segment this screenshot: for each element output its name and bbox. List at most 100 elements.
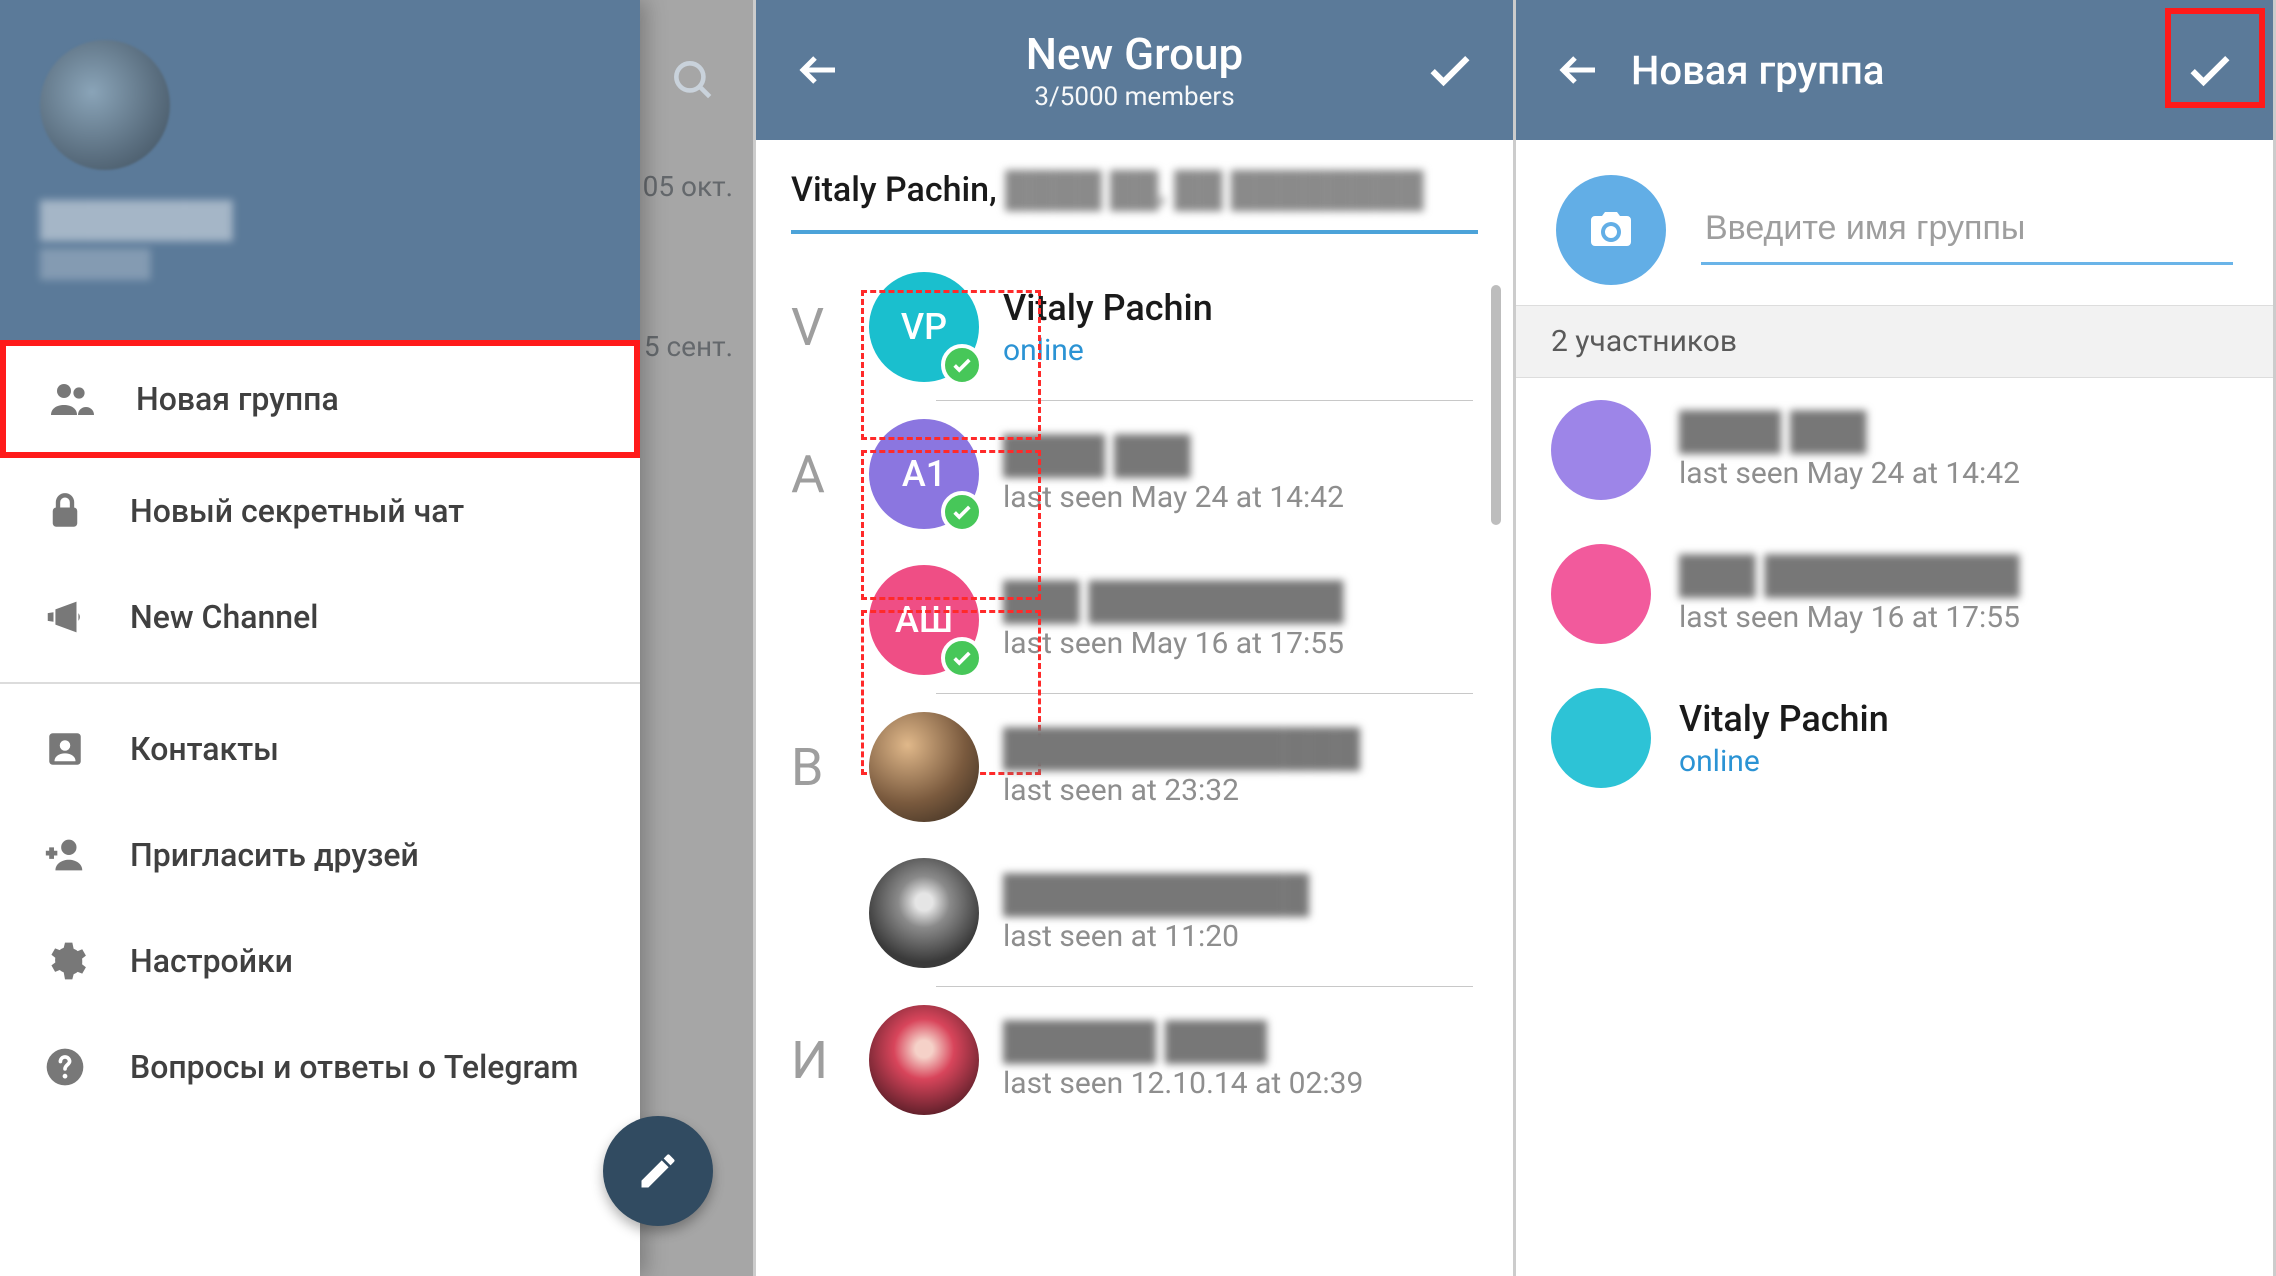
menu-label: Новая группа [136,380,339,418]
screen-select-members: New Group 3/5000 members Vitaly Pachin, … [756,0,1516,1276]
profile-name: ████████ [40,200,600,240]
contact-name: ████████████ [1003,873,1473,915]
menu-label: Контакты [130,730,279,768]
group-name-input[interactable] [1701,195,2233,265]
contact-status: last seen 12.10.14 at 02:39 [1003,1066,1473,1101]
avatar-wrap [869,1005,979,1115]
contact-info: ██████ ████ last seen 12.10.14 at 02:39 [1003,1020,1513,1101]
menu-label: Вопросы и ответы о Telegram [130,1048,578,1086]
menu-new-secret-chat[interactable]: Новый секретный чат [0,458,640,564]
lock-icon [40,486,90,536]
contact-name: ██████ ████ [1003,1020,1473,1062]
highlight-dashed [861,290,1041,440]
avatar-photo [869,1005,979,1115]
confirm-button[interactable] [1422,42,1478,98]
contact-name: ████ ███ [1003,434,1473,476]
menu-faq[interactable]: Вопросы и ответы о Telegram [0,1014,640,1120]
section-letter: В [791,737,861,798]
profile-phone: ██████ [40,248,600,279]
group-form [1516,140,2273,305]
highlight-dashed [861,450,1041,600]
member-info: Vitaly Pachin online [1679,698,2238,779]
avatar-wrap [869,858,979,968]
members-count-header: 2 участников [1516,305,2273,378]
member-status: online [1679,744,2198,779]
highlight-confirm [2165,8,2265,108]
group-icon [46,374,96,424]
header-title: Новая группа [1631,47,2182,94]
avatar-photo [869,712,979,822]
back-button[interactable] [1551,42,1607,98]
contact-status: last seen May 24 at 14:42 [1003,480,1473,515]
menu-contacts[interactable]: Контакты [0,696,640,802]
selected-names[interactable]: Vitaly Pachin, ████ ██, ██ ████████ [756,140,1513,220]
group-photo-button[interactable] [1556,175,1666,285]
gear-icon [40,936,90,986]
contact-icon [40,724,90,774]
menu-label: Новый секретный чат [130,492,464,530]
contact-name: Vitaly Pachin [1003,287,1473,329]
member-name: Vitaly Pachin [1679,698,2198,740]
megaphone-icon [40,592,90,642]
add-person-icon [40,830,90,880]
section-letter: A [791,444,861,505]
avatar [1551,688,1651,788]
member-status: last seen May 16 at 17:55 [1679,600,2198,635]
section-letter: V [791,297,861,358]
screen-name-group: Новая группа 2 участников ████ ███ last … [1516,0,2276,1276]
arrow-left-icon [795,46,843,94]
header: Новая группа [1516,0,2273,140]
contact-info: Vitaly Pachin online [1003,287,1513,368]
contact-row[interactable]: И ██████ ████ last seen 12.10.14 at 02:3… [756,987,1513,1133]
contact-info: ██████████████ last seen at 23:32 [1003,727,1513,808]
search-icon[interactable] [668,55,718,109]
member-name: ████ ███ [1679,410,2198,452]
avatar [1551,544,1651,644]
back-button[interactable] [791,42,847,98]
divider [0,682,640,684]
menu-invite[interactable]: Пригласить друзей [0,802,640,908]
avatar-photo [869,858,979,968]
contact-name: ███ ██████████ [1003,580,1473,622]
contact-row[interactable]: В ██████████████ last seen at 23:32 [756,694,1513,840]
menu-new-channel[interactable]: New Channel [0,564,640,670]
menu-label: Настройки [130,942,293,980]
header-title-wrap: New Group 3/5000 members [847,28,1422,112]
section-letter: И [791,1030,861,1091]
avatar [1551,400,1651,500]
camera-icon [1587,206,1635,254]
header: New Group 3/5000 members [756,0,1513,140]
member-info: ███ ██████████ last seen May 16 at 17:55 [1679,554,2238,635]
selected-first: Vitaly Pachin, [791,170,1005,210]
contact-status: last seen at 11:20 [1003,919,1473,954]
compose-fab[interactable] [603,1116,713,1226]
navigation-drawer: ████████ ██████ Новая группа Новый секре… [0,0,640,1276]
contact-name: ██████████████ [1003,727,1473,769]
pencil-icon [636,1149,680,1193]
member-row[interactable]: Vitaly Pachin online [1516,666,2273,810]
menu-settings[interactable]: Настройки [0,908,640,1014]
profile-avatar[interactable] [40,40,170,170]
member-name: ███ ██████████ [1679,554,2198,596]
screen-drawer: 05 окт. 5 сент. ████████ ██████ Новая гр… [0,0,756,1276]
drawer-header: ████████ ██████ [0,0,640,340]
member-status: last seen May 24 at 14:42 [1679,456,2198,491]
member-row[interactable]: ███ ██████████ last seen May 16 at 17:55 [1516,522,2273,666]
contact-info: ████ ███ last seen May 24 at 14:42 [1003,434,1513,515]
header-title: New Group [847,28,1422,80]
contact-info: ███ ██████████ last seen May 16 at 17:55 [1003,580,1513,661]
contact-info: ████████████ last seen at 11:20 [1003,873,1513,954]
member-row[interactable]: ████ ███ last seen May 24 at 14:42 [1516,378,2273,522]
avatar-wrap [869,712,979,822]
drawer-menu: Новая группа Новый секретный чат New Cha… [0,340,640,1120]
contact-status: last seen at 23:32 [1003,773,1473,808]
header-subtitle: 3/5000 members [847,82,1422,112]
header-title-wrap: Новая группа [1607,47,2182,94]
contact-row[interactable]: ████████████ last seen at 11:20 [756,840,1513,986]
group-name-wrap [1701,195,2233,265]
menu-label: New Channel [130,598,318,636]
menu-label: Пригласить друзей [130,836,419,874]
arrow-left-icon [1555,46,1603,94]
check-icon [1424,44,1476,96]
menu-new-group[interactable]: Новая группа [0,340,640,458]
